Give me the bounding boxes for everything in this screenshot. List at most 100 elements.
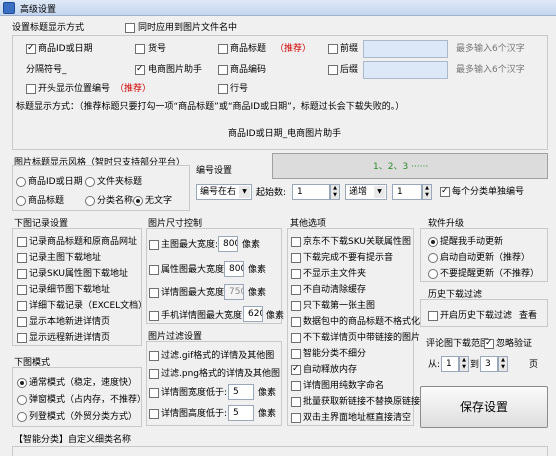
main-width-checkbox[interactable] [149,240,159,250]
record-item-5-checkbox[interactable] [17,317,27,327]
record-item-0: 记录商品标题和原商品网址 [29,237,138,247]
item-no-label: 货号 [148,44,167,54]
record-item-1: 记录主图下载地址 [29,253,102,263]
item-no-checkbox[interactable] [135,44,145,54]
record-item-5: 显示本地新进详情页 [29,317,111,327]
from-spinner[interactable]: ▲ ▼ [459,356,469,372]
per-category-checkbox[interactable] [440,186,450,197]
attr-width-label: 属性图最大宽度: [161,265,228,275]
style-none-radio[interactable] [133,196,143,206]
history-view-link[interactable]: 查看 [519,310,537,322]
mobile-width-checkbox[interactable] [149,311,159,321]
mobile-width-unit: 像素 [266,311,285,321]
separator-label: 分隔符号_ [26,65,67,75]
step-input[interactable]: 1 [392,184,422,200]
filter-width-checkbox[interactable] [149,388,159,398]
other-item-0-checkbox[interactable] [291,237,301,247]
number-position-select[interactable]: 编号在右 ▼ [196,184,252,200]
other-item-4-checkbox[interactable] [291,301,301,311]
upgrade-auto-label: 启动自动更新（推荐） [440,253,531,263]
upgrade-none-radio[interactable] [428,269,438,279]
style-title-radio[interactable] [16,196,26,206]
mode-normal-label: 通常模式（稳定，速度快） [29,378,138,388]
record-item-6-checkbox[interactable] [17,333,27,343]
show-position-checkbox[interactable] [26,84,36,94]
upgrade-manual-radio[interactable] [428,237,438,247]
title-preview: 商品ID或日期_电商图片助手 [228,129,342,139]
filter-height-checkbox[interactable] [149,409,159,419]
detail-width-input[interactable]: 750 [224,284,244,300]
filter-png-checkbox[interactable] [149,369,159,379]
to-input[interactable]: 3 [480,356,498,372]
prefix-checkbox[interactable] [328,44,338,54]
filter-gif-label: 过滤.gif格式的详情及其他图 [161,351,275,361]
step-spinner[interactable]: ▲ ▼ [422,184,432,200]
ignore-verify-label: 忽略验证 [496,339,533,349]
record-item-2-checkbox[interactable] [17,269,27,279]
ignore-verify-checkbox[interactable] [484,338,494,349]
style-category-radio[interactable] [85,196,95,206]
upgrade-none-label: 不要提醒更新（不推荐） [440,269,540,279]
from-label: 从: [428,360,441,370]
product-title-label: 商品标题 [230,44,267,54]
review-header: 评论图下载范围 [426,339,490,349]
product-code-checkbox[interactable] [218,65,228,75]
style-product-id-radio[interactable] [16,177,26,187]
record-item-6: 显示远程新进详情页 [29,333,111,343]
mode-popup-label: 弹窗模式（占内存，不推荐） [29,395,147,405]
to-spinner[interactable]: ▲ ▼ [498,356,508,372]
save-button[interactable]: 保存设置 [420,386,548,428]
other-item-5-checkbox[interactable] [291,317,301,327]
other-item-7-checkbox[interactable] [291,349,301,359]
start-input[interactable]: 1 [292,184,330,200]
upgrade-auto-radio[interactable] [428,253,438,263]
mode-normal-radio[interactable] [17,378,27,388]
attr-width-checkbox[interactable] [149,265,159,275]
product-id-date-checkbox[interactable] [26,43,36,54]
record-item-0-checkbox[interactable] [17,237,27,247]
other-item-8-checkbox[interactable] [291,364,301,375]
line-no-label: 行号 [230,84,249,94]
record-item-4: 详细下载记录（EXCEL文档） [29,301,148,311]
mobile-width-input[interactable]: 620 [243,306,263,322]
record-item-4-checkbox[interactable] [17,301,27,311]
ecom-helper-checkbox[interactable] [135,64,145,75]
start-spinner[interactable]: ▲ ▼ [330,184,340,200]
mobile-width-label: 手机详情图最大宽度: [161,311,246,321]
product-title-checkbox[interactable] [218,44,228,54]
filter-gif-checkbox[interactable] [149,351,159,361]
app-icon [3,2,15,14]
history-enable-checkbox[interactable] [428,311,438,321]
suffix-checkbox[interactable] [328,65,338,75]
recommend-label: （推荐） [275,44,312,54]
prefix-input[interactable] [363,40,448,58]
line-no-checkbox[interactable] [218,84,228,94]
detail-width-unit: 像素 [248,288,267,298]
product-id-date-label: 商品ID或日期 [38,44,93,54]
style-file-title-radio[interactable] [85,177,95,187]
other-item-3-checkbox[interactable] [291,285,301,295]
mode-select[interactable]: 递增 ▼ [345,184,387,200]
other-item-9-checkbox[interactable] [291,381,301,391]
detail-width-label: 详情图最大宽度: [161,288,228,298]
filter-width-input[interactable]: 5 [228,384,254,400]
other-item-11-checkbox[interactable] [291,413,301,423]
record-item-1-checkbox[interactable] [17,253,27,263]
mode-popup-radio[interactable] [17,395,27,405]
filter-height-input[interactable]: 5 [228,405,254,421]
ecom-helper-label: 电商图片助手 [148,65,203,75]
mode-list-radio[interactable] [17,412,27,422]
other-item-2-checkbox[interactable] [291,269,301,279]
other-item-10-checkbox[interactable] [291,397,301,407]
from-input[interactable]: 1 [441,356,459,372]
attr-width-input[interactable]: 800 [224,261,244,277]
style-title-label: 商品标题 [28,196,65,206]
main-width-input[interactable]: 800 [218,236,238,252]
number-position-value: 编号在右 [200,187,237,197]
other-item-1-checkbox[interactable] [291,253,301,263]
record-item-3-checkbox[interactable] [17,285,27,295]
detail-width-checkbox[interactable] [149,288,159,298]
other-item-6-checkbox[interactable] [291,333,301,343]
suffix-input[interactable] [363,61,448,79]
sync-filename-checkbox[interactable] [125,23,135,33]
